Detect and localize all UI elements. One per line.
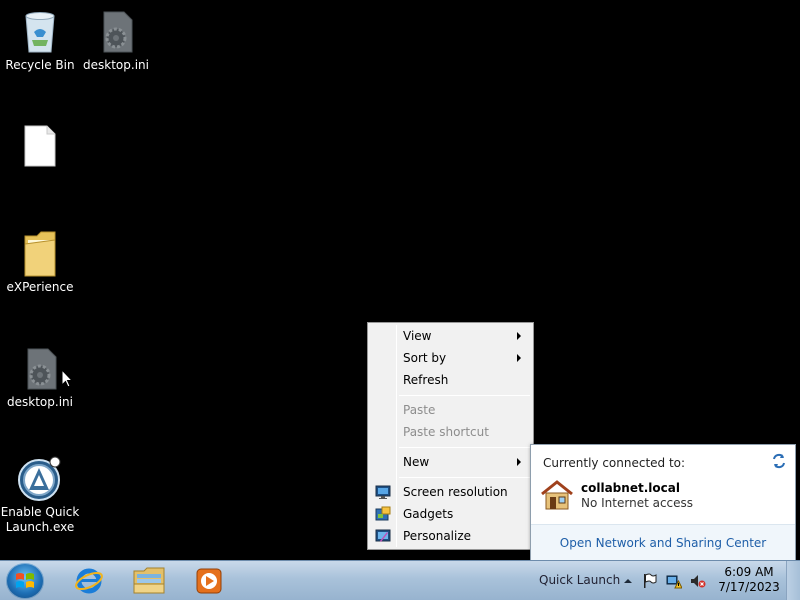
quick-launch-toolbar[interactable]: Quick Launch — [539, 573, 620, 587]
desktop-icon-blank-file[interactable] — [0, 122, 80, 172]
flyout-footer: Open Network and Sharing Center — [531, 524, 795, 560]
file-explorer-icon — [133, 567, 165, 594]
menu-item-label: Paste — [403, 403, 436, 417]
menu-item-label: Personalize — [403, 529, 472, 543]
menu-item-screen-resolution[interactable]: Screen resolution — [370, 481, 531, 503]
menu-separator — [399, 477, 530, 478]
desktop-context-menu: View Sort by Refresh Paste Paste shortcu… — [367, 322, 534, 550]
menu-separator — [399, 447, 530, 448]
desktop-icon-label: Enable Quick Launch.exe — [0, 505, 80, 534]
mouse-pointer-icon — [61, 368, 74, 391]
media-player-icon — [196, 568, 222, 594]
menu-item-sort-by[interactable]: Sort by — [370, 347, 531, 369]
menu-item-label: Refresh — [403, 373, 449, 387]
action-center-flag-icon[interactable] — [642, 573, 658, 589]
settings-file-icon — [16, 345, 64, 393]
folder-icon — [16, 230, 64, 278]
settings-file-icon — [92, 8, 140, 56]
network-flyout: Currently connected to: collabnet.local … — [530, 444, 796, 561]
monitor-icon — [375, 485, 391, 499]
desktop-icon-experience[interactable]: eXPerience — [0, 230, 80, 295]
taskbar-media-player[interactable] — [186, 564, 232, 598]
taskbar: Quick Launch 6:09 AM 7/17/2023 — [0, 560, 800, 600]
menu-item-personalize[interactable]: Personalize — [370, 525, 531, 547]
menu-item-new[interactable]: New — [370, 451, 531, 473]
network-warning-icon[interactable] — [666, 573, 682, 589]
desktop-icon-label: desktop.ini — [7, 395, 73, 409]
desktop-icon-label: eXPerience — [6, 280, 74, 294]
desktop-icon-label: Recycle Bin — [5, 58, 75, 72]
menu-item-paste[interactable]: Paste — [370, 399, 531, 421]
refresh-icon[interactable] — [771, 453, 787, 469]
quick-launch-app-icon — [16, 455, 64, 503]
submenu-arrow-icon — [517, 354, 521, 362]
network-status: No Internet access — [581, 496, 694, 510]
menu-item-paste-shortcut[interactable]: Paste shortcut — [370, 421, 531, 443]
windows-logo-icon — [16, 573, 34, 588]
taskbar-internet-explorer[interactable] — [66, 564, 112, 598]
network-name: collabnet.local — [581, 481, 680, 495]
menu-item-label: New — [403, 455, 430, 469]
desktop-icon-label: desktop.ini — [83, 58, 149, 72]
personalize-icon — [375, 529, 391, 542]
menu-item-label: Gadgets — [403, 507, 454, 521]
desktop-icon-recycle-bin[interactable]: Recycle Bin — [0, 8, 80, 73]
desktop-icon-desktop-ini-1[interactable]: desktop.ini — [76, 8, 156, 73]
menu-item-refresh[interactable]: Refresh — [370, 369, 531, 391]
submenu-arrow-icon — [517, 458, 521, 466]
home-network-icon — [541, 480, 573, 510]
clock-date: 7/17/2023 — [718, 580, 780, 594]
menu-item-label: Screen resolution — [403, 485, 508, 499]
system-clock[interactable]: 6:09 AM 7/17/2023 — [716, 565, 782, 595]
show-hidden-icons-chevron-icon[interactable] — [620, 573, 636, 589]
open-network-sharing-center-link[interactable]: Open Network and Sharing Center — [560, 536, 766, 550]
blank-file-icon — [16, 122, 64, 170]
submenu-arrow-icon — [517, 332, 521, 340]
menu-separator — [399, 395, 530, 396]
menu-item-label: Sort by — [403, 351, 447, 365]
recycle-bin-icon — [16, 8, 64, 56]
menu-item-gadgets[interactable]: Gadgets — [370, 503, 531, 525]
menu-item-label: View — [403, 329, 432, 343]
menu-item-label: Paste shortcut — [403, 425, 489, 439]
volume-muted-icon[interactable] — [690, 573, 706, 589]
desktop-icon-enable-quick-launch[interactable]: Enable Quick Launch.exe — [0, 455, 80, 535]
clock-time: 6:09 AM — [724, 565, 774, 579]
taskbar-file-explorer[interactable] — [126, 564, 172, 598]
flyout-header: Currently connected to: — [543, 456, 686, 470]
show-desktop-button[interactable] — [786, 561, 800, 600]
menu-item-view[interactable]: View — [370, 325, 531, 347]
start-button[interactable] — [6, 563, 44, 599]
internet-explorer-icon — [75, 568, 103, 594]
gadgets-icon — [375, 506, 391, 521]
